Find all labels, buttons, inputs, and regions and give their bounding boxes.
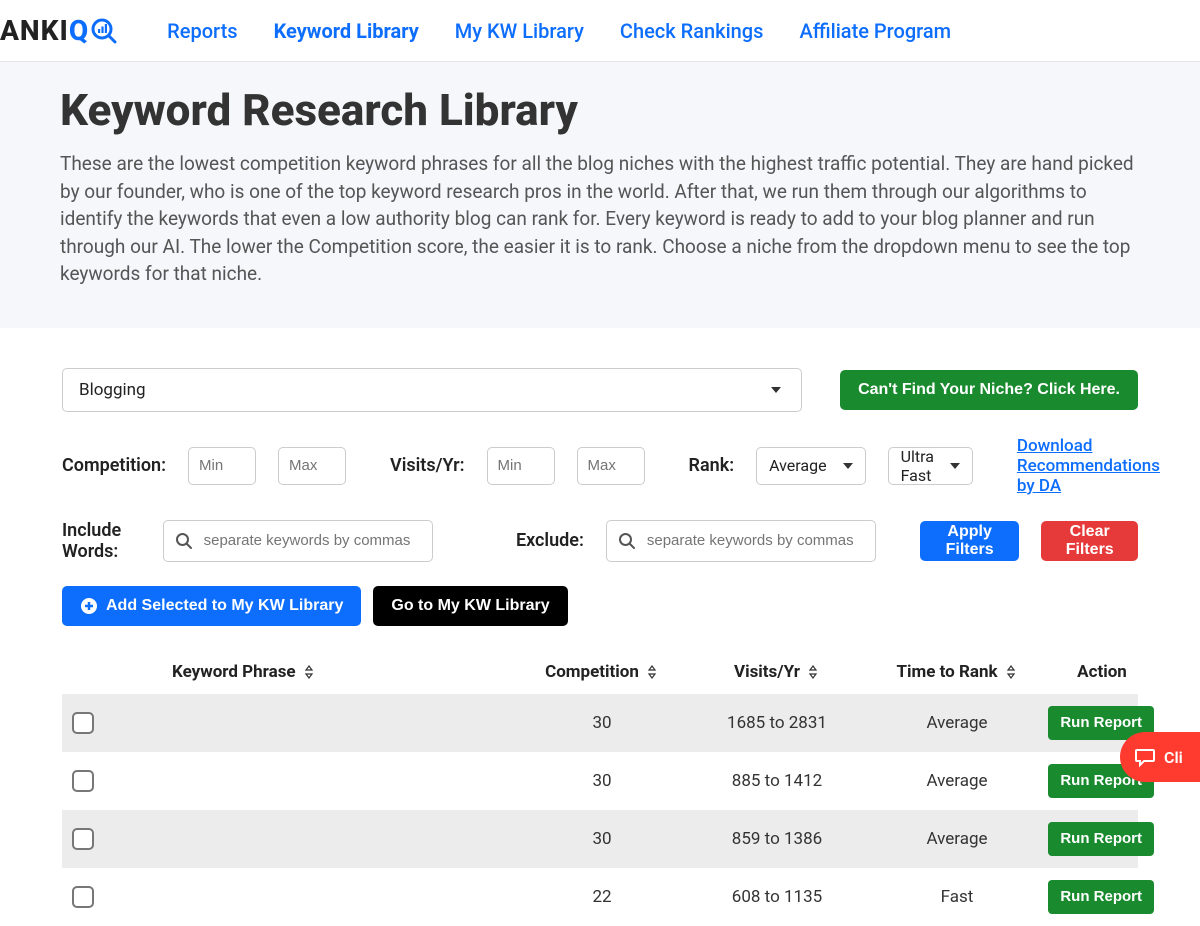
cell-visits: 1685 to 2831 <box>682 713 872 733</box>
run-report-button[interactable]: Run Report <box>1048 880 1154 914</box>
cell-visits: 885 to 1412 <box>682 771 872 791</box>
exclude-words-input[interactable] <box>606 520 876 562</box>
chat-icon <box>1134 746 1156 768</box>
cell-time: Average <box>872 713 1042 733</box>
cell-visits: 859 to 1386 <box>682 829 872 849</box>
niche-dropdown[interactable]: Blogging <box>62 368 802 412</box>
competition-min-input[interactable] <box>188 447 256 485</box>
filters-panel: Blogging Can't Find Your Niche? Click He… <box>0 328 1200 626</box>
caret-down-icon <box>950 463 960 469</box>
clear-filters-button[interactable]: Clear Filters <box>1041 521 1138 561</box>
row-checkbox[interactable] <box>72 828 94 850</box>
nav-keyword-library[interactable]: Keyword Library <box>274 19 419 43</box>
top-nav: ANKIQ Reports Keyword Library My KW Libr… <box>0 0 1200 62</box>
page-description: These are the lowest competition keyword… <box>60 150 1140 288</box>
go-to-library-button[interactable]: Go to My KW Library <box>373 586 567 626</box>
competition-max-input[interactable] <box>278 447 346 485</box>
caret-down-icon <box>771 387 781 393</box>
table-row: 22 608 to 1135 Fast Run Report <box>62 868 1138 926</box>
apply-filters-button[interactable]: Apply Filters <box>920 521 1020 561</box>
col-action: Action <box>1042 662 1162 682</box>
col-visits[interactable]: Visits/Yr <box>682 662 872 682</box>
cant-find-niche-button[interactable]: Can't Find Your Niche? Click Here. <box>840 370 1138 410</box>
cell-time: Average <box>872 829 1042 849</box>
table-row: 30 1685 to 2831 Average Run Report <box>62 694 1138 752</box>
download-recommendations-link[interactable]: Download Recommendations by DA <box>1017 436 1160 496</box>
nav-my-kw-library[interactable]: My KW Library <box>455 19 584 43</box>
nav-links: Reports Keyword Library My KW Library Ch… <box>167 19 951 43</box>
include-words-input[interactable] <box>163 520 433 562</box>
include-words-label: Include Words: <box>62 520 141 562</box>
competition-label: Competition: <box>62 455 166 476</box>
cell-visits: 608 to 1135 <box>682 887 872 907</box>
visits-min-input[interactable] <box>487 447 555 485</box>
table-row: 30 885 to 1412 Average Run Report <box>62 752 1138 810</box>
nav-reports[interactable]: Reports <box>167 19 237 43</box>
sort-icon <box>806 665 820 679</box>
rank-label: Rank: <box>689 455 735 476</box>
nav-check-rankings[interactable]: Check Rankings <box>620 19 764 43</box>
page-title: Keyword Research Library <box>60 84 1140 136</box>
col-time-to-rank[interactable]: Time to Rank <box>872 662 1042 682</box>
hero: Keyword Research Library These are the l… <box>0 62 1200 328</box>
niche-selected: Blogging <box>79 380 146 400</box>
keywords-table: Keyword Phrase Competition Visits/Yr Tim… <box>62 650 1138 926</box>
row-checkbox[interactable] <box>72 770 94 792</box>
magnify-chart-icon <box>91 18 117 44</box>
exclude-label: Exclude: <box>516 530 584 551</box>
caret-down-icon <box>843 463 853 469</box>
row-checkbox[interactable] <box>72 712 94 734</box>
cell-competition: 30 <box>522 771 682 791</box>
col-competition[interactable]: Competition <box>522 662 682 682</box>
cell-competition: 30 <box>522 829 682 849</box>
sort-icon <box>302 665 316 679</box>
cell-competition: 22 <box>522 887 682 907</box>
row-checkbox[interactable] <box>72 886 94 908</box>
sort-icon <box>645 665 659 679</box>
chat-widget[interactable]: Cli <box>1120 732 1200 782</box>
table-row: 30 859 to 1386 Average Run Report <box>62 810 1138 868</box>
speed-dropdown[interactable]: Ultra Fast <box>888 447 973 485</box>
search-icon <box>618 532 636 550</box>
search-icon <box>175 532 193 550</box>
visits-label: Visits/Yr: <box>390 455 465 476</box>
sort-icon <box>1004 665 1018 679</box>
cell-time: Fast <box>872 887 1042 907</box>
brand-suffix: Q <box>69 14 117 47</box>
brand-name: ANKI <box>0 14 69 47</box>
nav-affiliate-program[interactable]: Affiliate Program <box>799 19 951 43</box>
run-report-button[interactable]: Run Report <box>1048 822 1154 856</box>
cell-time: Average <box>872 771 1042 791</box>
table-header: Keyword Phrase Competition Visits/Yr Tim… <box>62 650 1138 694</box>
plus-circle-icon <box>80 597 98 615</box>
cell-competition: 30 <box>522 713 682 733</box>
rank-dropdown[interactable]: Average <box>756 447 865 485</box>
col-keyword-phrase[interactable]: Keyword Phrase <box>122 662 522 682</box>
brand-logo: ANKIQ <box>0 14 117 47</box>
visits-max-input[interactable] <box>577 447 645 485</box>
add-selected-button[interactable]: Add Selected to My KW Library <box>62 586 361 626</box>
